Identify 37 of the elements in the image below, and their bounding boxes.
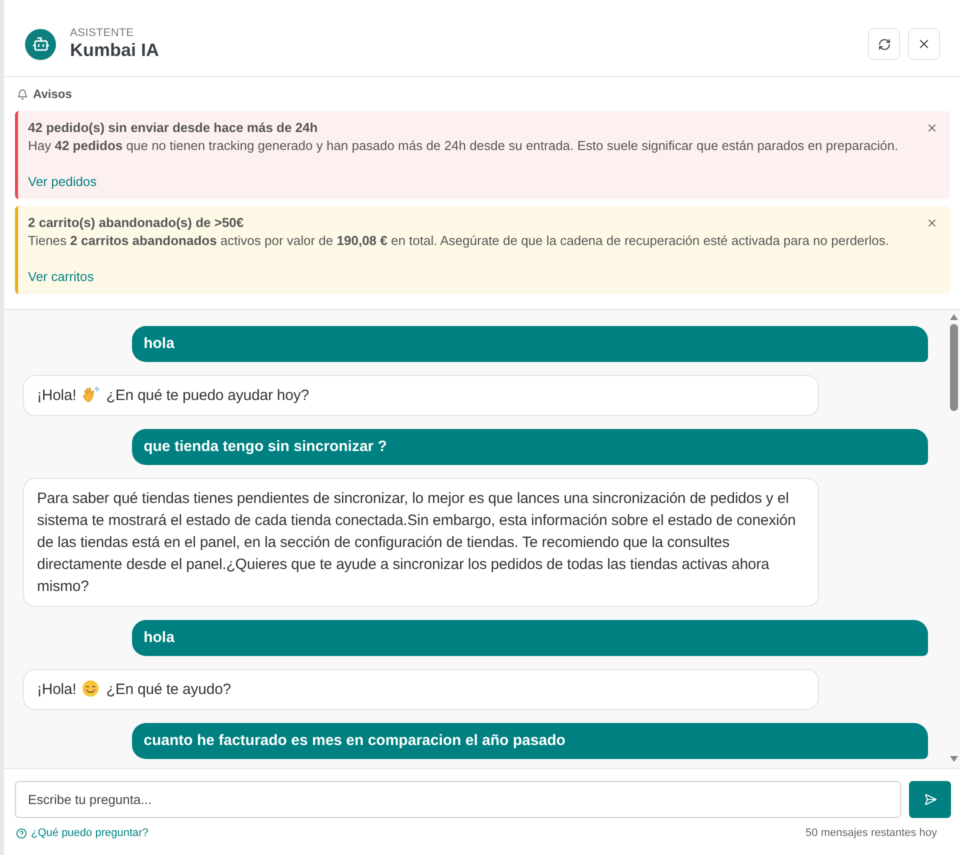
- question-input[interactable]: Escribe tu pregunta...: [15, 781, 901, 818]
- notices-heading: Avisos: [33, 87, 72, 101]
- alert-title: 2 carrito(s) abandonado(s) de >50€: [28, 214, 244, 232]
- message-text: ¿En qué te ayudo?: [106, 680, 232, 698]
- user-message: cuanto he facturado es mes en comparacion el año pasado: [132, 723, 928, 759]
- alert-title: 42 pedido(s) sin enviar desde hace más de 24h: [28, 119, 318, 137]
- send-button[interactable]: [909, 781, 951, 818]
- alert-link[interactable]: Ver carritos: [28, 268, 94, 286]
- scroll-up-arrow-icon[interactable]: [950, 314, 958, 320]
- send-icon: [924, 793, 936, 806]
- refresh-button[interactable]: [868, 28, 900, 60]
- scroll-down-arrow-icon[interactable]: [950, 756, 958, 762]
- user-message: que tienda tengo sin sincronizar ?: [132, 429, 928, 465]
- help-link[interactable]: ¿Qué puedo preguntar?: [16, 827, 148, 839]
- user-message: hola: [132, 326, 928, 362]
- message-text: ¡Hola!: [37, 386, 76, 404]
- scrollbar-thumb[interactable]: [950, 324, 958, 411]
- message-text: ¡Hola!: [37, 680, 76, 698]
- alert-text: Tienes 2 carritos abandonados activos por valor de 190,08 € en total. Asegúrate de que la cadena de recuperación esté activada para no perderlos.: [28, 232, 889, 250]
- close-icon: [926, 217, 938, 229]
- robot-avatar-icon: [25, 28, 56, 60]
- close-button[interactable]: [908, 28, 940, 60]
- message-text: ¿En qué te puedo ayudar hoy?: [106, 386, 309, 404]
- close-icon: [917, 37, 931, 51]
- assistant-label: ASISTENTE: [70, 27, 135, 39]
- alert-link[interactable]: Ver pedidos: [28, 173, 97, 191]
- alert-text: Hay 42 pedidos que no tienen tracking generado y han pasado más de 24h desde su entrada. Esto suele significar que están parados en preparación.: [28, 137, 898, 155]
- waving-hand-icon: [82, 386, 100, 402]
- smiling-face-icon: [82, 680, 100, 696]
- help-icon: [16, 828, 27, 838]
- close-icon: [926, 122, 938, 134]
- refresh-icon: [878, 38, 890, 50]
- bell-icon: [17, 88, 28, 100]
- remaining-messages: 50 mensajes restantes hoy: [806, 827, 937, 839]
- user-message: hola: [132, 620, 928, 656]
- assistant-message: Para saber qué tiendas tienes pendientes de sincronizar, lo mejor es que lances una sincronización de pedidos y el sistema te mostrará el estado de cada tienda conectada.Sin embargo, esta información sobre el estado de conexión de las tiendas está en el panel, en la sección de configuración de tiendas. Te recomiendo que la consultes directamente desde el panel.¿Quieres que te ayude a sincronizar los pedidos de todas las tiendas activas ahora mismo?: [23, 478, 820, 607]
- assistant-title: Kumbai IA: [70, 40, 160, 61]
